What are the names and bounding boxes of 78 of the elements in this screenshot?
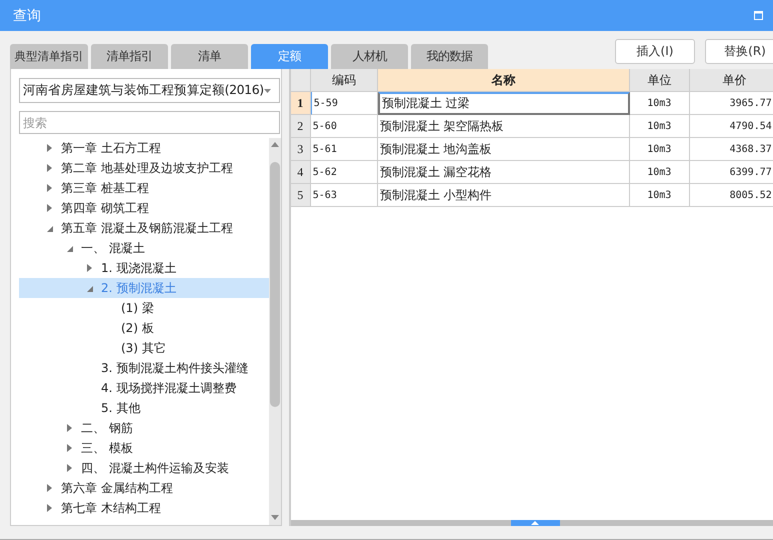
expand-arrow-icon[interactable] bbox=[47, 144, 52, 152]
tree-item[interactable]: 四、 混凝土构件运输及安装 bbox=[19, 458, 269, 478]
tree-item[interactable]: 5. 其他 bbox=[19, 398, 269, 418]
tab[interactable]: 清单 bbox=[171, 44, 248, 69]
scroll-thumb[interactable] bbox=[510, 520, 560, 526]
column-header[interactable]: 编码 bbox=[310, 69, 378, 92]
search-field[interactable]: 搜索 bbox=[19, 111, 280, 134]
table-cell: 3965.77 bbox=[690, 92, 773, 115]
row-header[interactable]: 3 bbox=[290, 138, 311, 161]
action-button[interactable]: 插入(I) bbox=[615, 39, 695, 64]
table-cell: 5-61 bbox=[310, 138, 378, 161]
scroll-down-icon[interactable] bbox=[270, 515, 279, 520]
expand-arrow-icon[interactable] bbox=[67, 444, 72, 452]
table-cell: 4368.37 bbox=[690, 138, 773, 161]
tree-item[interactable]: 第五章 混凝土及钢筋混凝土工程 bbox=[19, 218, 269, 238]
library-dropdown[interactable]: 河南省房屋建筑与装饰工程预算定额(2016) bbox=[19, 78, 280, 103]
table-cell: 5-60 bbox=[310, 115, 378, 138]
expand-arrow-icon[interactable] bbox=[47, 504, 52, 512]
scrollbar[interactable] bbox=[268, 138, 281, 525]
expand-arrow-icon[interactable] bbox=[47, 184, 52, 192]
tree-item[interactable]: (2) 板 bbox=[19, 318, 269, 338]
tree-item[interactable]: 第三章 桩基工程 bbox=[19, 178, 269, 198]
tree-item[interactable]: 三、 模板 bbox=[19, 438, 269, 458]
table-cell: 预制混凝土 架空隔热板 bbox=[378, 115, 630, 138]
tree-item[interactable]: (3) 其它 bbox=[19, 338, 269, 358]
tree-item[interactable]: 二、 钢筋 bbox=[19, 418, 269, 438]
table-cell: 5-62 bbox=[310, 161, 378, 184]
column-header[interactable]: 名称 bbox=[378, 69, 630, 92]
tree-item[interactable]: 第六章 金属结构工程 bbox=[19, 478, 269, 498]
table-cell: 预制混凝土 地沟盖板 bbox=[378, 138, 630, 161]
expand-arrow-icon[interactable] bbox=[67, 424, 72, 432]
row-header[interactable]: 5 bbox=[290, 184, 311, 207]
table-cell: 预制混凝土 过梁 bbox=[378, 92, 630, 115]
expand-arrow-icon[interactable] bbox=[67, 464, 72, 472]
table-cell: 8005.52 bbox=[690, 184, 773, 207]
column-header[interactable]: 单位 bbox=[630, 69, 690, 92]
scroll-up-icon[interactable] bbox=[270, 142, 279, 147]
scrollbar[interactable] bbox=[290, 520, 773, 526]
table-cell: 5-59 bbox=[310, 92, 378, 115]
tab[interactable]: 人材机 bbox=[331, 44, 408, 69]
table-cell: 5-63 bbox=[310, 184, 378, 207]
column-header[interactable]: 单价 bbox=[690, 69, 773, 92]
expand-arrow-icon[interactable] bbox=[47, 164, 52, 172]
collapse-arrow-icon[interactable] bbox=[67, 246, 73, 252]
expand-arrow-icon[interactable] bbox=[87, 264, 92, 272]
table-cell: 4790.54 bbox=[690, 115, 773, 138]
tree-item[interactable]: 1. 现浇混凝土 bbox=[19, 258, 269, 278]
caret-icon bbox=[264, 88, 271, 92]
table-cell: 预制混凝土 漏空花格 bbox=[378, 161, 630, 184]
tree-item[interactable]: 3. 预制混凝土构件接头灌缝 bbox=[19, 358, 269, 378]
tree-item[interactable]: 第七章 木结构工程 bbox=[19, 498, 269, 518]
tree-item[interactable]: 第一章 土石方工程 bbox=[19, 138, 269, 158]
tree-item[interactable]: (1) 梁 bbox=[19, 298, 269, 318]
table-cell: 预制混凝土 小型构件 bbox=[378, 184, 630, 207]
row-header[interactable]: 1 bbox=[290, 92, 311, 115]
table-cell: 10m3 bbox=[630, 138, 690, 161]
table-cell: 10m3 bbox=[630, 161, 690, 184]
table-cell: 10m3 bbox=[630, 92, 690, 115]
expand-arrow-icon[interactable] bbox=[47, 204, 52, 212]
tab[interactable]: 清单指引 bbox=[91, 44, 168, 69]
row-header[interactable]: 2 bbox=[290, 115, 311, 138]
tree-item[interactable]: 第四章 砌筑工程 bbox=[19, 198, 269, 218]
collapse-arrow-icon[interactable] bbox=[47, 226, 53, 232]
tree-item[interactable]: 一、 混凝土 bbox=[19, 238, 269, 258]
window-title: 查询 bbox=[13, 6, 41, 24]
tree-item[interactable]: 第二章 地基处理及边坡支护工程 bbox=[19, 158, 269, 178]
restore-icon[interactable] bbox=[754, 11, 763, 20]
tree-item[interactable]: 4. 现场搅拌混凝土调整费 bbox=[19, 378, 269, 398]
collapse-arrow-icon[interactable] bbox=[87, 286, 93, 292]
scroll-thumb[interactable] bbox=[270, 162, 280, 407]
table-cell: 6399.77 bbox=[690, 161, 773, 184]
row-header[interactable]: 4 bbox=[290, 161, 311, 184]
table-cell: 10m3 bbox=[630, 115, 690, 138]
tab[interactable]: 我的数据 bbox=[411, 44, 488, 69]
table-cell: 10m3 bbox=[630, 184, 690, 207]
tab[interactable]: 典型清单指引 bbox=[10, 44, 88, 69]
action-button[interactable]: 替换(R) bbox=[705, 39, 773, 64]
expand-arrow-icon[interactable] bbox=[47, 484, 52, 492]
